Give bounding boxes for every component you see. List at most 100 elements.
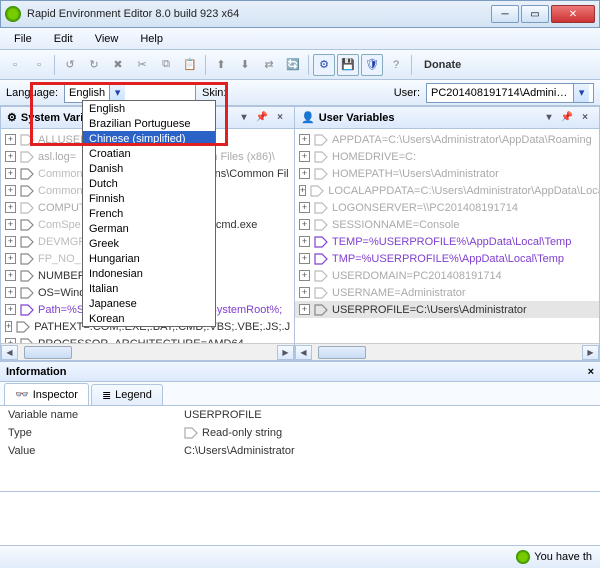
tool-btn-9[interactable]: ⬆ [210, 54, 232, 76]
expand-icon[interactable]: + [5, 270, 16, 281]
tool-refresh[interactable]: 🔄 [282, 54, 304, 76]
tree-node[interactable]: +USERPROFILE=C:\Users\Administrator [295, 301, 599, 318]
expand-icon[interactable]: + [5, 304, 16, 315]
menu-bar: File Edit View Help [0, 28, 600, 50]
tree-node[interactable]: +SESSIONNAME=Console [295, 216, 599, 233]
tool-btn-10[interactable]: ⬇ [234, 54, 256, 76]
dropdown-item[interactable]: Finnish [83, 191, 215, 206]
chevron-down-icon[interactable]: ▾ [573, 84, 589, 102]
expand-icon[interactable]: + [5, 168, 16, 179]
panel-menu-icon[interactable]: ▾ [236, 110, 252, 126]
expand-icon[interactable]: + [299, 202, 310, 213]
tree-node[interactable]: +TEMP=%USERPROFILE%\AppData\Local\Temp [295, 233, 599, 250]
tool-btn-2[interactable]: ▫ [28, 54, 50, 76]
dropdown-item[interactable]: French [83, 206, 215, 221]
info-tabs: 👓Inspector ≣Legend [0, 382, 600, 406]
expand-icon[interactable]: + [5, 253, 16, 264]
expand-icon[interactable]: + [5, 202, 16, 213]
panel-pin-icon[interactable]: 📌 [559, 110, 575, 126]
dropdown-item[interactable]: Italian [83, 281, 215, 296]
maximize-button[interactable]: ▭ [521, 5, 549, 23]
tool-btn-1[interactable]: ▫ [4, 54, 26, 76]
chevron-down-icon[interactable]: ▾ [109, 84, 125, 102]
tree-node[interactable]: +USERDOMAIN=PC201408191714 [295, 267, 599, 284]
panel-pin-icon[interactable]: 📌 [254, 110, 270, 126]
dropdown-item[interactable]: Greek [83, 236, 215, 251]
expand-icon[interactable]: + [299, 253, 310, 264]
dropdown-item[interactable]: Hungarian [83, 251, 215, 266]
tool-delete[interactable]: ✖ [107, 54, 129, 76]
panel-close-icon[interactable]: × [577, 110, 593, 126]
tree-node[interactable]: +HOMEDRIVE=C: [295, 148, 599, 165]
dropdown-item[interactable]: German [83, 221, 215, 236]
h-scrollbar-left[interactable]: ◀▶ [1, 343, 294, 360]
tree-node[interactable]: +APPDATA=C:\Users\Administrator\AppData\… [295, 131, 599, 148]
expand-icon[interactable]: + [299, 134, 310, 145]
tool-btn-4[interactable]: ↻ [83, 54, 105, 76]
tool-cut[interactable]: ✂ [131, 54, 153, 76]
user-value: PC201408191714\Administrator [431, 87, 569, 99]
app-icon [5, 6, 21, 22]
dropdown-item[interactable]: Indonesian [83, 266, 215, 281]
tree-node[interactable]: +LOCALAPPDATA=C:\Users\Administrator\App… [295, 182, 599, 199]
expand-icon[interactable]: + [5, 321, 12, 332]
dropdown-item[interactable]: Japanese [83, 296, 215, 311]
tool-copy[interactable]: ⧉ [155, 54, 177, 76]
tool-btn-11[interactable]: ⇄ [258, 54, 280, 76]
donate-button[interactable]: Donate [416, 57, 469, 73]
dropdown-item[interactable]: Dutch [83, 176, 215, 191]
expand-icon[interactable]: + [299, 270, 310, 281]
tree-node[interactable]: +PROCESSOR_ARCHITECTURE=AMD64 [1, 335, 294, 343]
expand-icon[interactable]: + [299, 287, 310, 298]
user-vars-tree[interactable]: +APPDATA=C:\Users\Administrator\AppData\… [295, 129, 599, 343]
menu-file[interactable]: File [4, 31, 42, 47]
expand-icon[interactable]: + [5, 236, 16, 247]
dropdown-item[interactable]: English [83, 101, 215, 116]
expand-icon[interactable]: + [5, 287, 16, 298]
tree-node[interactable]: +LOGONSERVER=\\PC201408191714 [295, 199, 599, 216]
expand-icon[interactable]: + [5, 151, 16, 162]
tool-save[interactable]: 💾 [337, 54, 359, 76]
expand-icon[interactable]: + [299, 219, 310, 230]
tool-paste[interactable]: 📋 [179, 54, 201, 76]
menu-edit[interactable]: Edit [44, 31, 83, 47]
panel-menu-icon[interactable]: ▾ [541, 110, 557, 126]
expand-icon[interactable]: + [5, 185, 16, 196]
expand-icon[interactable]: + [5, 338, 16, 343]
dropdown-item[interactable]: Chinese (simplified) [83, 131, 215, 146]
tab-inspector[interactable]: 👓Inspector [4, 383, 89, 405]
info-close-icon[interactable]: × [588, 366, 594, 378]
tool-help[interactable]: ? [385, 54, 407, 76]
user-combo[interactable]: PC201408191714\Administrator ▾ [426, 83, 594, 103]
expand-icon[interactable]: + [299, 304, 310, 315]
information-title: Information [6, 366, 67, 378]
menu-view[interactable]: View [85, 31, 129, 47]
expand-icon[interactable]: + [299, 168, 310, 179]
expand-icon[interactable]: + [299, 185, 306, 196]
expand-icon[interactable]: + [299, 236, 310, 247]
info-value: USERPROFILE [184, 409, 262, 421]
dropdown-item[interactable]: Korean [83, 311, 215, 326]
close-button[interactable]: ✕ [551, 5, 595, 23]
tool-btn-3[interactable]: ↺ [59, 54, 81, 76]
info-value: C:\Users\Administrator [184, 445, 295, 457]
expand-icon[interactable]: + [5, 134, 16, 145]
expand-icon[interactable]: + [5, 219, 16, 230]
tool-gear[interactable]: ⚙ [313, 54, 335, 76]
tree-node[interactable]: +TMP=%USERPROFILE%\AppData\Local\Temp [295, 250, 599, 267]
tree-node[interactable]: +HOMEPATH=\Users\Administrator [295, 165, 599, 182]
dropdown-item[interactable]: Brazilian Portuguese [83, 116, 215, 131]
expand-icon[interactable]: + [299, 151, 310, 162]
panel-close-icon[interactable]: × [272, 110, 288, 126]
tab-legend[interactable]: ≣Legend [91, 384, 163, 405]
tree-node[interactable]: +USERNAME=Administrator [295, 284, 599, 301]
tool-shield[interactable]: 🛡 [361, 54, 383, 76]
dropdown-item[interactable]: Danish [83, 161, 215, 176]
user-variables-panel: 👤 User Variables ▾ 📌 × +APPDATA=C:\Users… [294, 106, 600, 361]
dropdown-item[interactable]: Croatian [83, 146, 215, 161]
title-bar: Rapid Environment Editor 8.0 build 923 x… [0, 0, 600, 28]
minimize-button[interactable]: ─ [491, 5, 519, 23]
menu-help[interactable]: Help [130, 31, 173, 47]
h-scrollbar-right[interactable]: ◀▶ [295, 343, 599, 360]
language-dropdown-list[interactable]: EnglishBrazilian PortugueseChinese (simp… [82, 100, 216, 327]
